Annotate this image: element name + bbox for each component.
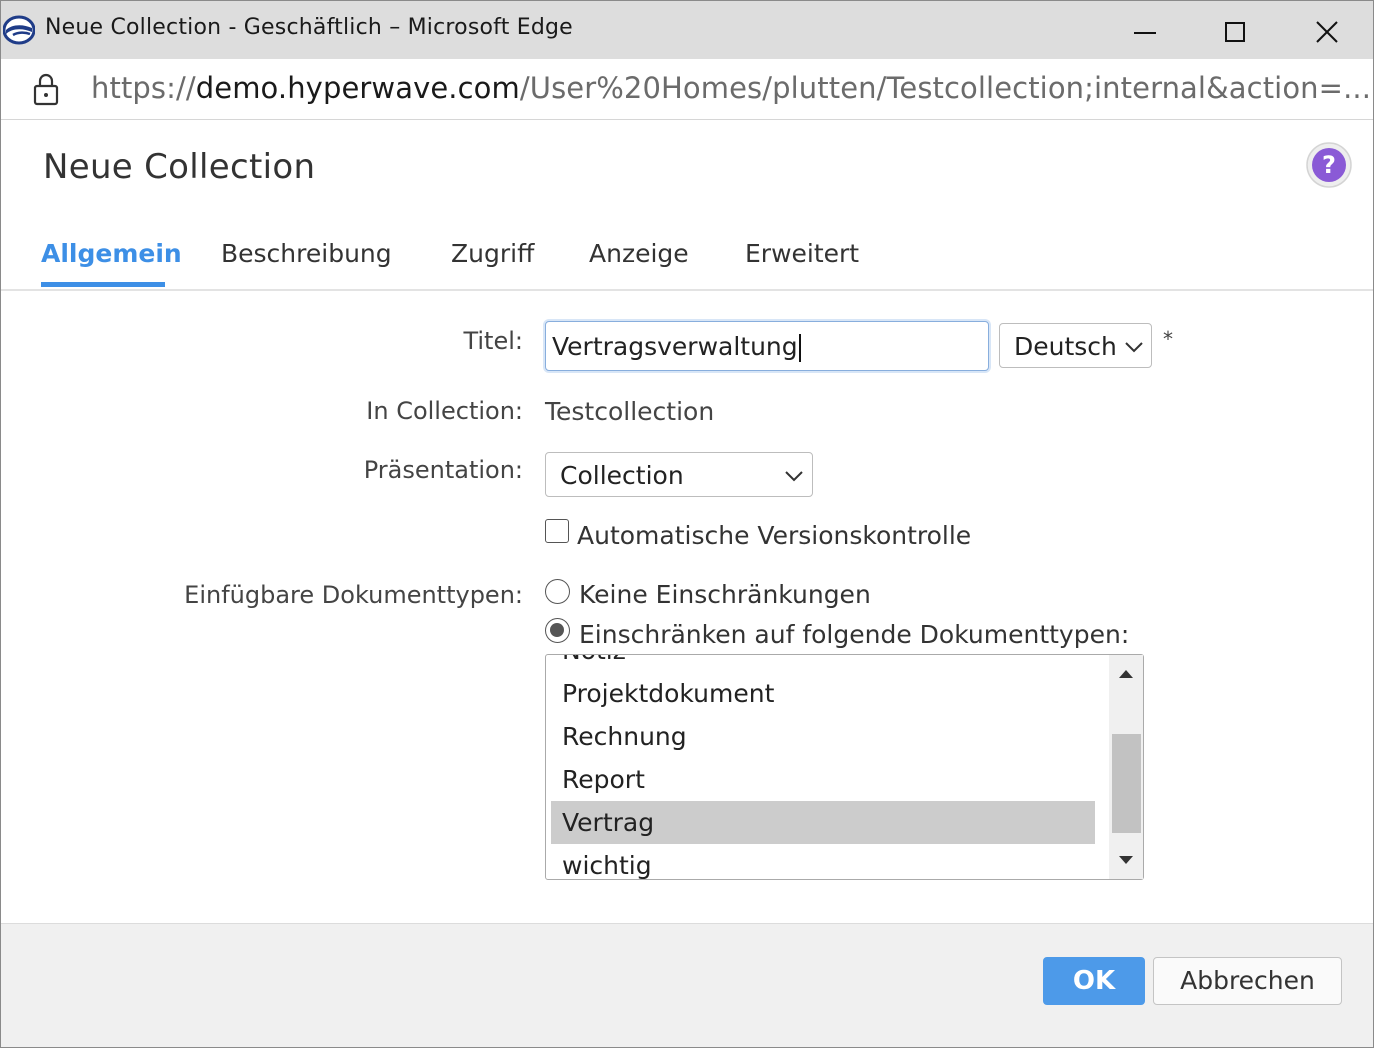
ok-button[interactable]: OK	[1043, 957, 1145, 1005]
chevron-down-icon	[785, 471, 803, 482]
scroll-down-arrow-icon[interactable]	[1114, 851, 1138, 869]
maximize-icon[interactable]	[1213, 9, 1257, 53]
radio-restrict-label[interactable]: Einschränken auf folgende Dokumenttypen:	[579, 620, 1129, 649]
doc-types-label: Einfügbare Dokumenttypen:	[184, 581, 523, 609]
presentation-label: Präsentation:	[363, 456, 523, 484]
cancel-button[interactable]: Abbrechen	[1153, 957, 1342, 1005]
list-item[interactable]: Report	[551, 758, 1095, 801]
language-select[interactable]: Deutsch	[999, 323, 1152, 368]
address-bar[interactable]: https://demo.hyperwave.com/User%20Homes/…	[1, 59, 1373, 120]
doc-types-listbox[interactable]: Notiz Projektdokument Rechnung Report Ve…	[545, 654, 1144, 880]
title-bar: Neue Collection - Geschäftlich – Microso…	[1, 1, 1373, 59]
minimize-icon[interactable]	[1123, 9, 1167, 53]
radio-selected-dot	[550, 623, 564, 637]
chevron-down-icon	[1125, 342, 1143, 353]
browser-window: Neue Collection - Geschäftlich – Microso…	[0, 0, 1374, 1048]
tab-bar: Allgemein Beschreibung Zugriff Anzeige E…	[1, 227, 1373, 291]
list-item[interactable]: Rechnung	[551, 715, 1095, 758]
list-item[interactable]: Projektdokument	[551, 672, 1095, 715]
dialog-title: Neue Collection	[43, 147, 316, 187]
language-select-value: Deutsch	[1014, 332, 1117, 361]
list-item-selected[interactable]: Vertrag	[551, 801, 1095, 844]
scrollbar-thumb[interactable]	[1112, 734, 1141, 833]
auto-versioning-label[interactable]: Automatische Versionskontrolle	[577, 521, 971, 550]
svg-text:?: ?	[1322, 151, 1336, 179]
tab-anzeige[interactable]: Anzeige	[589, 239, 689, 268]
window-title: Neue Collection - Geschäftlich – Microso…	[45, 15, 573, 40]
text-caret	[798, 334, 801, 362]
scroll-up-arrow-icon[interactable]	[1114, 665, 1138, 683]
url-text[interactable]: https://demo.hyperwave.com/User%20Homes/…	[91, 71, 1371, 105]
auto-versioning-checkbox[interactable]	[545, 519, 569, 543]
close-icon[interactable]	[1305, 9, 1349, 53]
list-item[interactable]: wichtig	[551, 844, 1095, 879]
radio-no-restriction[interactable]	[545, 579, 570, 604]
list-item[interactable]: Notiz	[551, 655, 1095, 672]
title-label: Titel:	[463, 327, 523, 355]
title-input-value: Vertragsverwaltung	[552, 332, 798, 361]
active-tab-indicator	[41, 282, 165, 287]
doc-types-list: Notiz Projektdokument Rechnung Report Ve…	[546, 655, 1106, 879]
url-path: /User%20Homes/plutten/Testcollection;int…	[519, 71, 1372, 105]
presentation-select-value: Collection	[560, 461, 684, 490]
in-collection-label: In Collection:	[366, 397, 523, 425]
title-input[interactable]: Vertragsverwaltung	[545, 321, 989, 371]
radio-no-restriction-label[interactable]: Keine Einschränkungen	[579, 580, 871, 609]
url-host: demo.hyperwave.com	[195, 71, 520, 105]
lock-icon[interactable]	[31, 72, 61, 106]
presentation-select[interactable]: Collection	[545, 452, 813, 497]
radio-restrict[interactable]	[545, 618, 570, 643]
tab-zugriff[interactable]: Zugriff	[451, 239, 534, 268]
url-scheme: https://	[91, 71, 196, 105]
tab-allgemein[interactable]: Allgemein	[41, 239, 182, 268]
tab-beschreibung[interactable]: Beschreibung	[221, 239, 392, 268]
app-logo-icon	[3, 15, 35, 45]
in-collection-value: Testcollection	[545, 397, 715, 426]
required-marker: *	[1163, 327, 1173, 351]
tab-erweitert[interactable]: Erweitert	[745, 239, 859, 268]
help-icon[interactable]: ?	[1305, 141, 1353, 189]
